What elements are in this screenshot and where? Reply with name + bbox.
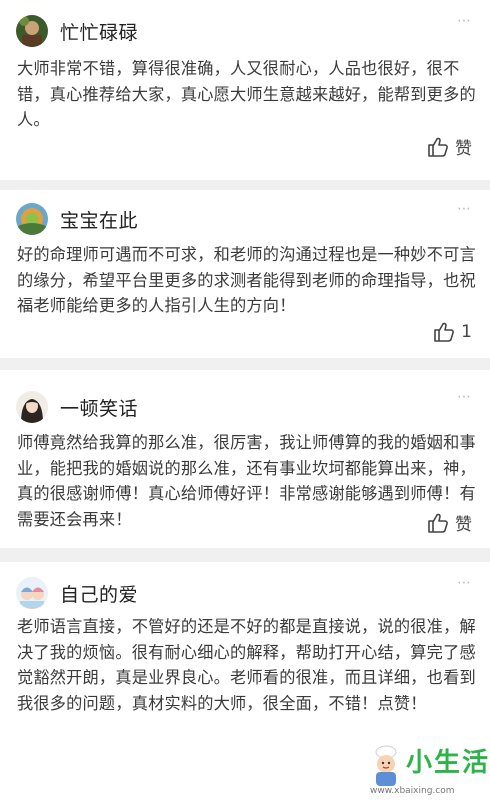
comment-card: 宝宝在此 ⋯ 好的命理师可遇而不可求，和老师的沟通过程也是一种妙不可言的缘分，希…	[0, 190, 490, 358]
comment-header: 一顿笑话	[16, 390, 138, 424]
username[interactable]: 宝宝在此	[60, 206, 138, 233]
comment-card: 忙忙碌碌 ⋯ 大师非常不错，算得很准确，人又很耐心，人品也很好，很不错，真心推荐…	[0, 0, 490, 180]
comment-header: 宝宝在此	[16, 202, 138, 236]
more-options-icon[interactable]: ⋯	[457, 14, 472, 28]
thumbs-up-icon	[434, 322, 455, 342]
more-options-icon[interactable]: ⋯	[457, 202, 472, 216]
comment-header: 自己的爱	[16, 576, 138, 610]
more-options-icon[interactable]: ⋯	[457, 576, 472, 590]
watermark-url: www.xbaixing.com	[370, 786, 455, 796]
comment-card: 自己的爱 ⋯ 老师语言直接，不管好的还是不好的都是直接说，说的很准，解决了我的烦…	[0, 562, 490, 800]
username[interactable]: 自己的爱	[60, 580, 138, 607]
username[interactable]: 忙忙碌碌	[60, 18, 138, 45]
more-options-icon[interactable]: ⋯	[457, 390, 472, 404]
avatar[interactable]	[16, 391, 48, 423]
chef-mascot-icon	[375, 745, 397, 786]
watermark-logo: 小生活 www.xbaixing.com	[364, 740, 488, 798]
comment-text: 师傅竟然给我算的那么准，很厉害，我让师傅算的我的婚姻和事业，能把我的婚姻说的那么…	[17, 433, 476, 529]
thumbs-up-icon	[428, 513, 448, 533]
thumbs-up-icon	[428, 137, 448, 157]
comment-header: 忙忙碌碌	[16, 14, 138, 48]
avatar[interactable]	[16, 15, 48, 47]
comment-text: 好的命理师可遇而不可求，和老师的沟通过程也是一种妙不可言的缘分，希望平台里更多的…	[17, 245, 476, 315]
avatar[interactable]	[16, 577, 48, 609]
like-label: 赞	[455, 139, 472, 159]
watermark-text: 小生活	[406, 748, 490, 778]
like-button[interactable]: 1	[433, 322, 472, 342]
comment-text: 老师语言直接，不管好的还是不好的都是直接说，说的很准，解决了我的烦恼。很有耐心细…	[17, 617, 476, 713]
avatar[interactable]	[16, 203, 48, 235]
comment-card: 一顿笑话 ⋯ 师傅竟然给我算的那么准，很厉害，我让师傅算的我的婚姻和事业，能把我…	[0, 370, 490, 548]
like-button[interactable]: 赞	[427, 510, 472, 535]
like-label: 赞	[455, 515, 472, 535]
like-button[interactable]: 赞	[427, 134, 472, 159]
comment-text: 大师非常不错，算得很准确，人又很耐心，人品也很好，很不错，真心推荐给大家，真心愿…	[17, 59, 476, 129]
like-count: 1	[461, 322, 472, 342]
username[interactable]: 一顿笑话	[60, 394, 138, 421]
